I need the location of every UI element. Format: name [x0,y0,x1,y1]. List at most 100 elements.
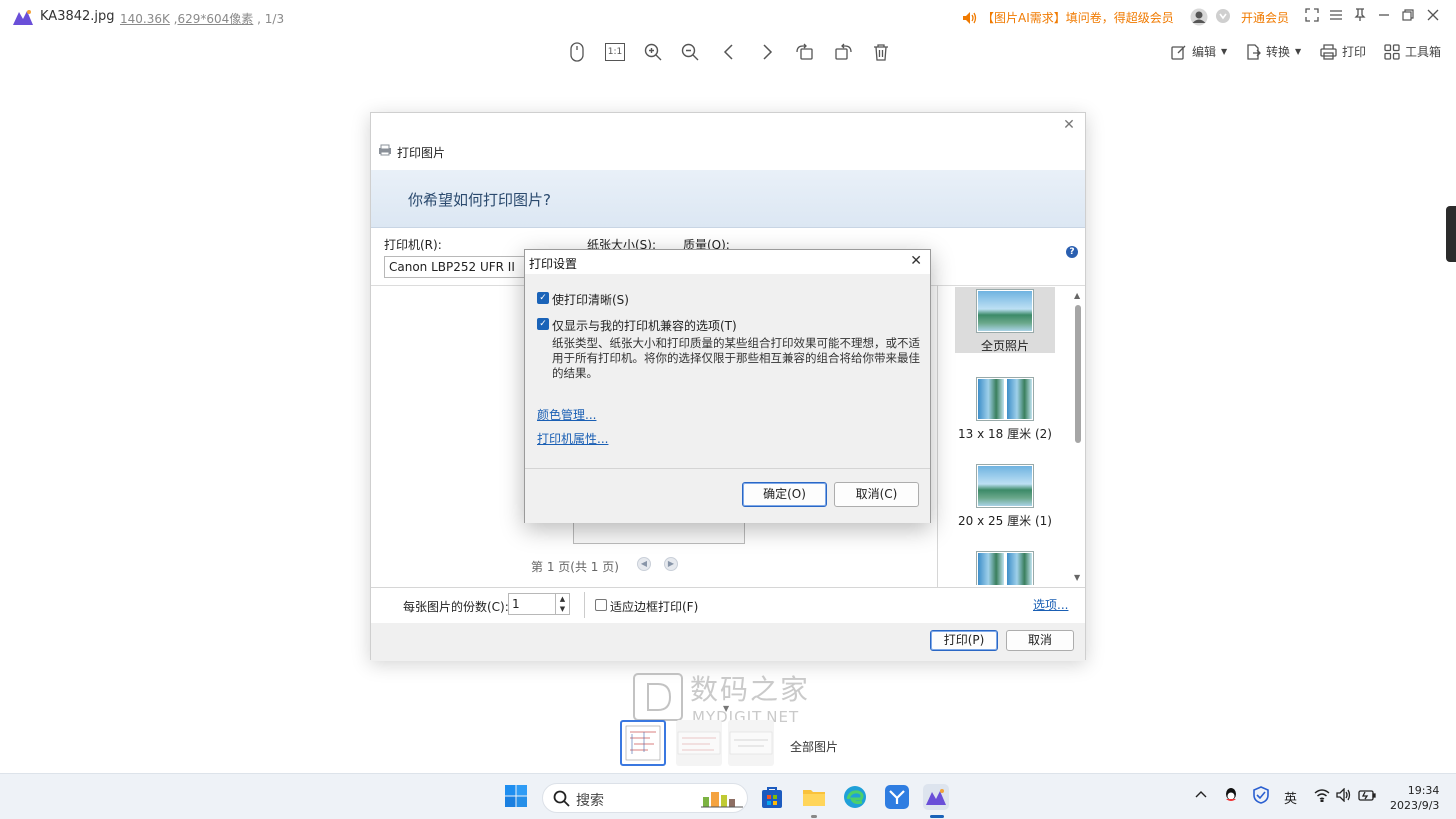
edit-label: 编辑 [1192,45,1217,59]
menu-icon[interactable] [1327,8,1345,26]
layout-item-more[interactable] [955,549,1055,585]
toolbox-icon [1384,43,1400,60]
battery-icon[interactable] [1358,788,1376,806]
toolbox-button[interactable]: 工具箱 [1384,43,1441,60]
previous-icon[interactable] [718,41,740,63]
next-icon[interactable] [756,41,778,63]
dialog-question: 你希望如何打印图片? [408,191,551,209]
scroll-down-icon[interactable]: ▼ [1074,573,1080,582]
speaker-icon [963,11,977,24]
dialog-body: ✓ 使打印清晰(S) ✓ 仅显示与我的打印机兼容的选项(T) 纸张类型、纸张大小… [525,274,930,469]
side-panel-handle[interactable] [1446,206,1456,262]
close-icon[interactable] [1424,8,1442,26]
thumbnail-1[interactable] [620,720,666,766]
system-clock[interactable]: 19:34 2023/9/3 [1390,783,1439,813]
print-label: 打印 [1342,45,1367,59]
scroll-thumb[interactable] [1075,305,1081,443]
layout-item-full-page[interactable]: 全页照片 [955,287,1055,353]
promo-banner[interactable]: 【图片AI需求】填问卷，得超级会员 [962,9,1174,26]
watermark-text: 数码之家 [690,673,811,706]
help-icon[interactable]: ? [1066,246,1078,258]
print-button[interactable]: 打印 [1320,43,1366,60]
taskbar-search[interactable]: 搜索 [542,783,748,813]
layout-label: 20 x 25 厘米 (1) [958,514,1052,528]
minimize-icon[interactable] [1375,8,1393,26]
vip-badge-icon[interactable] [1214,8,1232,26]
divider [584,592,585,618]
dialog-footer: 确定(O) 取消(C) [525,470,930,523]
search-label: 搜索 [576,793,604,809]
ime-indicator[interactable]: 英 [1284,788,1297,807]
print-button[interactable]: 打印(P) [930,630,998,651]
volume-icon[interactable] [1336,787,1352,806]
actual-size-button[interactable]: 1:1 [604,41,626,63]
qq-icon[interactable] [1223,786,1239,808]
cancel-button[interactable]: 取消(C) [834,482,919,507]
wifi-icon[interactable] [1314,788,1330,806]
windows-start-icon[interactable] [504,784,530,810]
compatible-only-checkbox[interactable]: ✓ [537,318,549,330]
edge-browser-icon[interactable] [842,784,868,810]
chevron-down-icon: ▼ [1295,47,1302,56]
search-icon [553,790,570,807]
options-link[interactable]: 选项... [1033,596,1068,613]
convert-menu[interactable]: 转换 ▼ [1245,43,1301,60]
layout-scrollbar[interactable]: ▲ ▼ [1073,291,1083,583]
pin-icon[interactable] [1351,8,1369,26]
thumbnail-2[interactable] [676,720,722,766]
thumbnail-3[interactable] [728,720,774,766]
scroll-up-icon[interactable]: ▲ [1074,291,1080,300]
cancel-button[interactable]: 取消 [1006,630,1074,651]
taskbar: 搜索 英 19:34 2023/9/3 [0,773,1456,819]
delete-icon[interactable] [870,41,892,63]
dialog-title: 打印设置 [529,257,578,271]
rotate-left-icon[interactable] [794,41,816,63]
zoom-in-icon[interactable] [642,41,664,63]
all-pictures-link[interactable]: 全部图片 [790,738,838,755]
close-icon[interactable]: ✕ [910,253,922,269]
layout-thumbnail [976,551,1034,585]
security-shield-icon[interactable] [1253,786,1269,808]
file-size: 140.36K [120,12,170,26]
fullscreen-icon[interactable] [1303,8,1321,26]
dialog-header: 你希望如何打印图片? [371,170,1085,228]
printer-properties-link[interactable]: 打印机属性... [537,430,608,447]
rotate-right-icon[interactable] [832,41,854,63]
printer-select[interactable]: Canon LBP252 UFR II [384,256,529,278]
zoom-out-icon[interactable] [679,41,701,63]
store-icon[interactable] [759,784,785,810]
layout-label: 全页照片 [980,339,1029,353]
copies-row: 每张图片的份数(C): 1 ▲ ▼ 适应边框打印(F) 选项... [371,587,1085,623]
ok-button[interactable]: 确定(O) [742,482,827,507]
sharpen-checkbox[interactable]: ✓ [537,292,549,304]
thumbnail-collapse-icon[interactable]: ▼ [723,704,729,713]
file-explorer-icon[interactable] [801,784,827,810]
user-avatar[interactable] [1190,8,1208,26]
mouse-mode-icon[interactable] [566,41,588,63]
prev-page-icon[interactable]: ◀ [637,557,651,571]
show-hidden-icons-icon[interactable] [1195,788,1207,803]
restore-icon[interactable] [1399,8,1417,26]
fit-frame-checkbox[interactable] [595,599,607,611]
image-viewer-app-icon[interactable] [923,784,949,810]
close-icon[interactable]: ✕ [1061,117,1077,133]
color-management-link[interactable]: 颜色管理... [537,406,596,423]
copies-label: 每张图片的份数(C): [403,600,509,614]
vip-button[interactable]: 开通会员 [1241,9,1289,26]
edit-menu[interactable]: 编辑 ▼ [1171,43,1227,60]
layout-list: 全页照片 13 x 18 厘米 (2) 20 x 25 厘米 (1) [937,285,1085,587]
copies-input[interactable]: 1 [508,593,556,615]
messaging-app-icon[interactable] [884,784,910,810]
thumbnail-image [625,725,661,761]
layout-item-13x18[interactable]: 13 x 18 厘米 (2) [955,375,1055,441]
copies-stepper[interactable]: ▲ ▼ [556,593,570,615]
layout-thumbnail [976,377,1034,421]
layout-thumbnail [976,464,1034,508]
promo-text: 【图片AI需求】填问卷，得超级会员 [982,11,1174,25]
layout-item-20x25[interactable]: 20 x 25 厘米 (1) [955,462,1055,528]
convert-icon [1247,43,1261,60]
page-info: 第 1 页(共 1 页) [531,560,619,574]
image-dimensions: 629*604像素 [177,12,254,26]
next-page-icon[interactable]: ▶ [664,557,678,571]
layout-thumbnail [976,289,1034,333]
